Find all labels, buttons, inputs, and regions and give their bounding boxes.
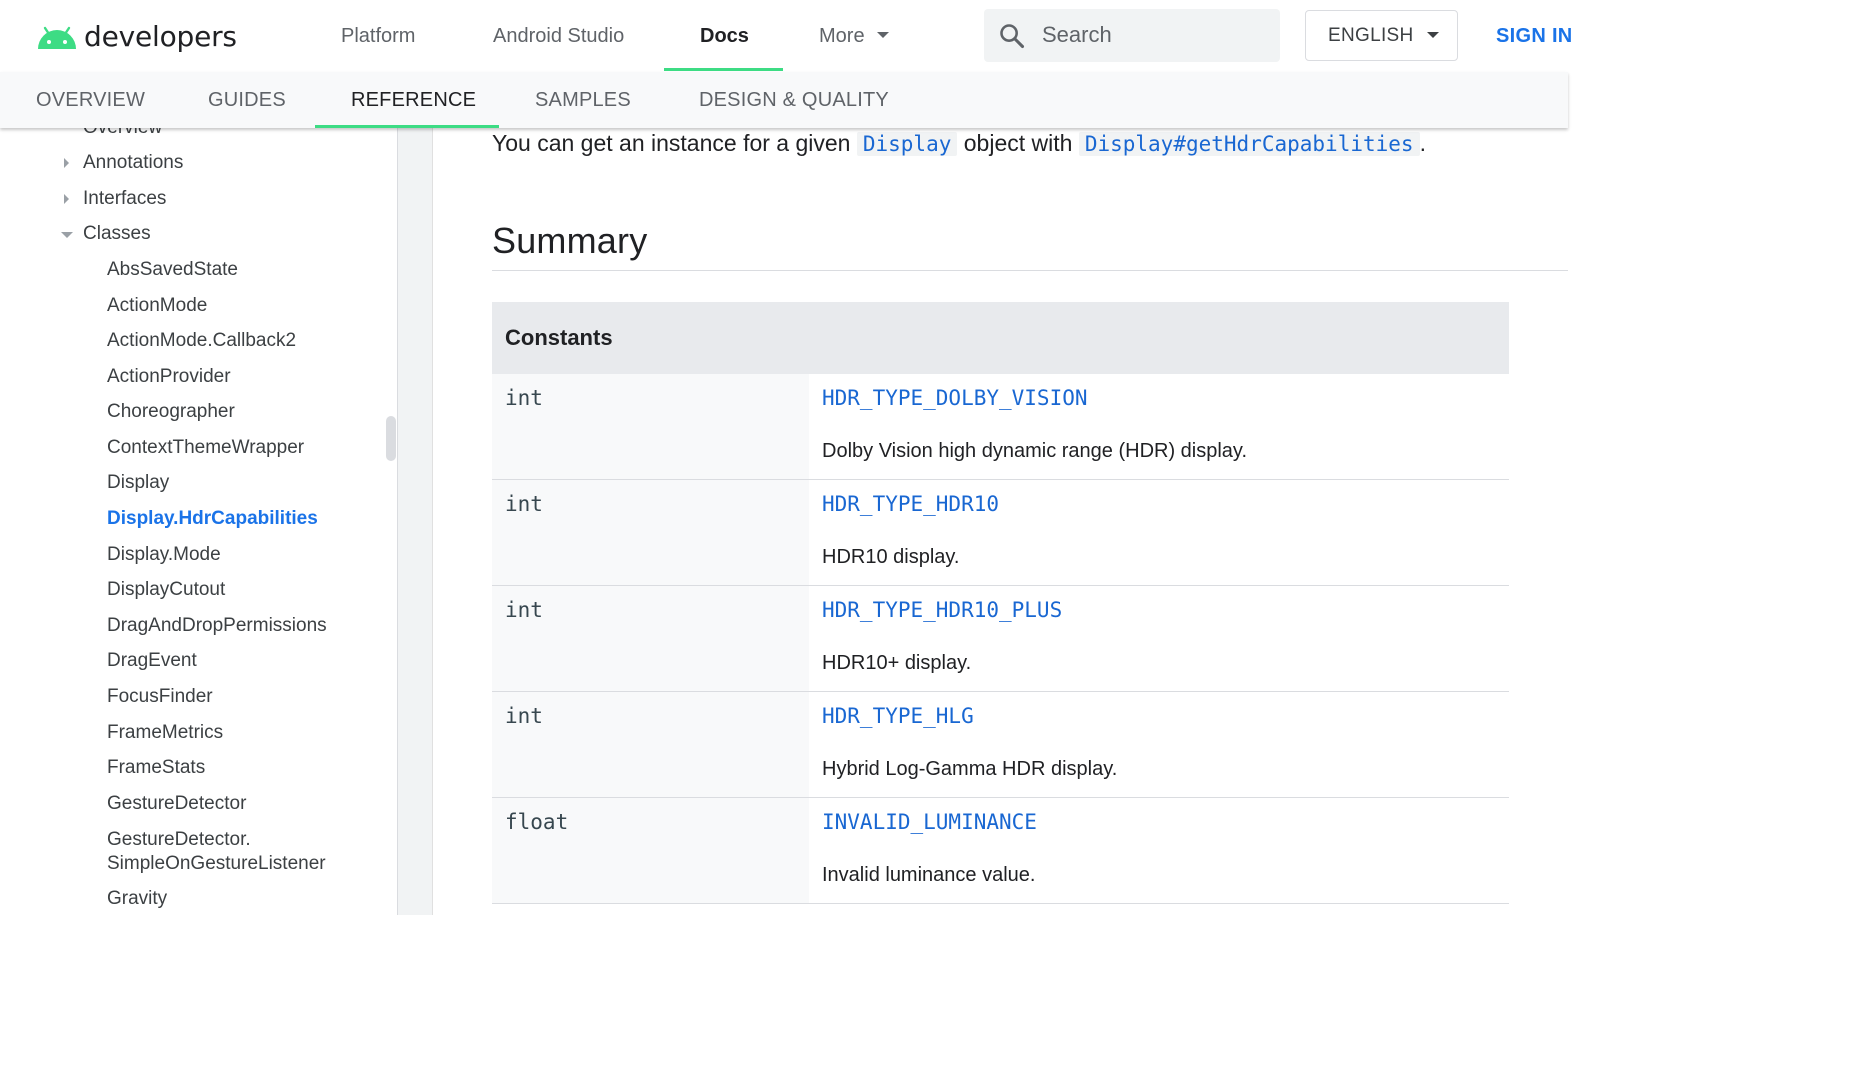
constant-name-link[interactable]: HDR_TYPE_HDR10_PLUS [822, 598, 1062, 622]
sidebar-class-item[interactable]: DragEvent [107, 650, 197, 672]
constant-description: Hybrid Log-Gamma HDR display. [822, 758, 1118, 780]
table-row: int HDR_TYPE_DOLBY_VISION Dolby Vision h… [492, 374, 1509, 480]
intro-text: . [1419, 130, 1426, 156]
intro-paragraph: You can get an instance for a given Disp… [492, 128, 1426, 160]
language-select[interactable]: ENGLISH [1305, 10, 1458, 61]
constant-description: Dolby Vision high dynamic range (HDR) di… [822, 440, 1247, 462]
nav-docs[interactable]: Docs [700, 20, 749, 52]
sidebar-class-item[interactable]: ActionProvider [107, 366, 231, 388]
constant-name-link[interactable]: INVALID_LUMINANCE [822, 810, 1037, 834]
sidebar-class-item[interactable]: ContextThemeWrapper [107, 437, 304, 459]
sidebar-class-item[interactable]: FrameStats [107, 757, 205, 779]
nav-platform[interactable]: Platform [341, 20, 415, 52]
table-row: float INVALID_LUMINANCE Invalid luminanc… [492, 798, 1509, 904]
constant-name-link[interactable]: HDR_TYPE_HLG [822, 704, 974, 728]
constant-type: int [505, 386, 543, 410]
reference-sidebar: Overview Annotations Interfaces Classes … [0, 128, 398, 915]
summary-divider [492, 270, 1568, 271]
sidebar-class-item[interactable]: DisplayCutout [107, 579, 225, 601]
sidebar-class-item-selected[interactable]: Display.HdrCapabilities [107, 508, 318, 530]
chevron-down-icon [1427, 32, 1439, 38]
intro-text: You can get an instance for a given [492, 130, 857, 156]
tab-overview[interactable]: OVERVIEW [36, 82, 145, 118]
tab-guides[interactable]: GUIDES [208, 82, 286, 118]
constants-table: Constants int HDR_TYPE_DOLBY_VISION Dolb… [492, 302, 1509, 904]
constant-type: int [505, 704, 543, 728]
android-logo-icon [36, 23, 78, 49]
table-row: int HDR_TYPE_HLG Hybrid Log-Gamma HDR di… [492, 692, 1509, 798]
constant-type: int [505, 598, 543, 622]
sidebar-class-item[interactable]: Choreographer [107, 401, 235, 423]
collapse-arrow-icon[interactable] [61, 232, 73, 238]
sidebar-class-item[interactable]: Gravity [107, 888, 167, 910]
summary-heading: Summary [492, 220, 648, 261]
sign-in-button[interactable]: SIGN IN [1496, 20, 1573, 52]
nav-more[interactable]: More [819, 20, 889, 52]
sidebar-class-item[interactable]: Display [107, 472, 169, 494]
intro-text: object with [957, 130, 1079, 156]
section-tabs: OVERVIEW GUIDES REFERENCE SAMPLES DESIGN… [0, 72, 1568, 128]
constant-description: HDR10 display. [822, 546, 960, 568]
sidebar-class-item[interactable]: GestureDetector. SimpleOnGestureListener [107, 828, 326, 876]
table-row: int HDR_TYPE_HDR10 HDR10 display. [492, 480, 1509, 586]
expand-arrow-icon[interactable] [64, 194, 69, 204]
chevron-down-icon [876, 31, 889, 38]
constant-description: Invalid luminance value. [822, 864, 1036, 886]
nav-android-studio[interactable]: Android Studio [493, 20, 624, 52]
logo-text: developers [84, 19, 237, 53]
sidebar-item-classes[interactable]: Classes [83, 223, 151, 245]
constant-type: float [505, 810, 569, 834]
sidebar-scrollbar[interactable] [386, 416, 396, 461]
constant-name-link[interactable]: HDR_TYPE_DOLBY_VISION [822, 386, 1088, 410]
content-gutter [398, 128, 433, 915]
sidebar-item-interfaces[interactable]: Interfaces [83, 188, 166, 210]
tab-design-quality[interactable]: DESIGN & QUALITY [699, 82, 889, 118]
nav-active-indicator [664, 68, 783, 71]
sidebar-class-item[interactable]: DragAndDropPermissions [107, 615, 327, 637]
sidebar-class-item[interactable]: ActionMode.Callback2 [107, 330, 296, 352]
display-class-link[interactable]: Display [856, 132, 958, 156]
developers-logo[interactable]: developers [36, 18, 237, 54]
tab-reference[interactable]: REFERENCE [351, 82, 476, 118]
tab-samples[interactable]: SAMPLES [535, 82, 631, 118]
table-row: int HDR_TYPE_HDR10_PLUS HDR10+ display. [492, 586, 1509, 692]
search-box[interactable] [984, 9, 1280, 62]
tab-active-indicator [315, 125, 499, 128]
sidebar-class-item[interactable]: FrameMetrics [107, 722, 223, 744]
sidebar-item-overview[interactable]: Overview [83, 128, 162, 139]
sidebar-item-annotations[interactable]: Annotations [83, 152, 183, 174]
constant-description: HDR10+ display. [822, 652, 972, 674]
language-label: ENGLISH [1328, 25, 1414, 46]
sidebar-class-item[interactable]: AbsSavedState [107, 259, 238, 281]
sidebar-class-item[interactable]: ActionMode [107, 295, 207, 317]
constant-type: int [505, 492, 543, 516]
get-hdr-capabilities-link[interactable]: Display#getHdrCapabilities [1078, 132, 1420, 156]
sidebar-class-item[interactable]: FocusFinder [107, 686, 213, 708]
search-input[interactable] [1042, 19, 1262, 51]
sidebar-class-item[interactable]: GestureDetector [107, 793, 246, 815]
nav-more-label: More [819, 25, 865, 47]
constants-header: Constants [492, 302, 1509, 374]
expand-arrow-icon[interactable] [64, 158, 69, 168]
constant-name-link[interactable]: HDR_TYPE_HDR10 [822, 492, 999, 516]
top-header: developers Platform Android Studio Docs … [0, 0, 1572, 72]
sidebar-class-item[interactable]: Display.Mode [107, 544, 221, 566]
